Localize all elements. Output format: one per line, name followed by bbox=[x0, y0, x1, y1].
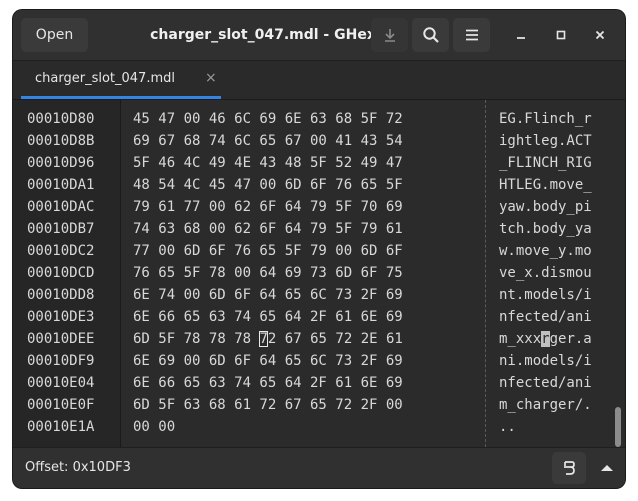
hex-row[interactable]: 48 54 4C 45 47 00 6D 6F 76 65 5F bbox=[133, 174, 403, 196]
hex-byte[interactable]: 2E bbox=[361, 331, 378, 347]
hex-row[interactable]: 79 61 77 00 62 6F 64 79 5F 70 69 bbox=[133, 196, 403, 218]
offset-status: Offset: 0x10DF3 bbox=[25, 460, 131, 475]
offset-label: 00010E0F bbox=[27, 397, 95, 413]
hex-row[interactable]: 69 67 68 74 6C 65 67 00 41 43 54 bbox=[133, 130, 403, 152]
ascii-row[interactable]: nt.models/i bbox=[499, 284, 592, 306]
ascii-row[interactable]: ni.models/i bbox=[499, 350, 592, 372]
hex-column[interactable]: 45 47 00 46 6C 69 6E 63 68 5F 72 69 67 68… bbox=[121, 100, 483, 447]
search-button[interactable] bbox=[412, 18, 449, 52]
hex-row[interactable]: 6E 66 65 63 74 65 64 2F 61 6E 69 bbox=[133, 372, 403, 394]
character-encoding-button[interactable] bbox=[552, 452, 586, 484]
ascii-row[interactable]: nfected/ani bbox=[499, 372, 592, 394]
ascii-row[interactable]: nfected/ani bbox=[499, 306, 592, 328]
hex-byte[interactable]: 78 bbox=[234, 331, 251, 347]
ascii-column[interactable]: EG.Flinch_r ightleg.ACT _FLINCH_RIG HTLEG.m… bbox=[485, 100, 625, 447]
ascii-row[interactable]: EG.Flinch_r bbox=[499, 108, 592, 130]
offset-label: 00010DAC bbox=[27, 199, 95, 215]
expand-panel-button[interactable] bbox=[592, 452, 622, 484]
ascii-row[interactable]: yaw.body_pi bbox=[499, 196, 592, 218]
hex-byte[interactable]: 65 bbox=[310, 331, 327, 347]
minimize-button[interactable] bbox=[511, 25, 531, 45]
close-window-button[interactable] bbox=[590, 25, 610, 45]
hex-row[interactable]: 74 63 68 00 62 6F 64 79 5F 79 61 bbox=[133, 218, 403, 240]
offset-label: 00010DE3 bbox=[27, 309, 95, 325]
hex-row[interactable]: 6D 5F 63 68 61 72 67 65 72 2F 00 bbox=[133, 394, 403, 416]
ascii-row[interactable]: m_xxxrger.a bbox=[499, 328, 592, 350]
offset-label: 00010D80 bbox=[27, 111, 95, 127]
hex-row[interactable]: 76 65 5F 78 00 64 69 73 6D 6F 75 bbox=[133, 262, 403, 284]
ascii-row[interactable]: ightleg.ACT bbox=[499, 130, 592, 152]
hex-byte[interactable]: 6D bbox=[133, 331, 150, 347]
hex-row[interactable]: 6D 5F 78 78 78 72 67 65 72 2E 61 bbox=[133, 328, 403, 350]
ascii-cursor[interactable]: r bbox=[541, 331, 550, 347]
ghex-window: Open charger_slot_047.mdl - GHex charger… bbox=[13, 10, 625, 488]
hex-row[interactable]: 77 00 6D 6F 76 65 5F 79 00 6D 6F bbox=[133, 240, 403, 262]
status-bar: Offset: 0x10DF3 bbox=[13, 447, 625, 488]
ascii-row[interactable]: tch.body_ya bbox=[499, 218, 592, 240]
hex-row[interactable]: 6E 69 00 6D 6F 64 65 6C 73 2F 69 bbox=[133, 350, 403, 372]
search-icon bbox=[422, 27, 439, 43]
offset-label: 00010D96 bbox=[27, 155, 95, 171]
open-button[interactable]: Open bbox=[21, 18, 88, 52]
hex-row[interactable]: 45 47 00 46 6C 69 6E 63 68 5F 72 bbox=[133, 108, 403, 130]
maximize-button[interactable] bbox=[551, 25, 571, 45]
ascii-row[interactable]: HTLEG.move_ bbox=[499, 174, 592, 196]
maximize-icon bbox=[556, 30, 566, 40]
hex-row[interactable]: 6E 66 65 63 74 65 64 2F 61 6E 69 bbox=[133, 306, 403, 328]
tab-bar: charger_slot_047.mdl × bbox=[13, 61, 625, 100]
hex-byte[interactable]: 67 bbox=[285, 331, 302, 347]
offset-column: 00010D80 00010D8B 00010D96 00010DA1 00010DAC… bbox=[13, 100, 121, 447]
offset-label: 00010DF9 bbox=[27, 353, 95, 369]
hex-row[interactable]: 5F 46 4C 49 4E 43 48 5F 52 49 47 bbox=[133, 152, 403, 174]
hex-row[interactable]: 6E 74 00 6D 6F 64 65 6C 73 2F 69 bbox=[133, 284, 403, 306]
tab-label: charger_slot_047.mdl bbox=[35, 71, 175, 86]
ascii-row[interactable]: w.move_y.mo bbox=[499, 240, 592, 262]
offset-label: 00010E04 bbox=[27, 375, 95, 391]
offset-label: 00010DEE bbox=[27, 331, 95, 347]
hex-cursor[interactable]: 72 bbox=[259, 331, 276, 347]
active-tab-indicator bbox=[21, 96, 221, 99]
tab-file[interactable]: charger_slot_047.mdl × bbox=[21, 61, 221, 99]
ascii-row[interactable]: m_charger/. bbox=[499, 394, 592, 416]
main-menu-button[interactable] bbox=[453, 18, 490, 52]
offset-label: 00010DB7 bbox=[27, 221, 95, 237]
hex-byte[interactable]: 61 bbox=[386, 331, 403, 347]
header-bar: Open charger_slot_047.mdl - GHex bbox=[13, 10, 625, 61]
hex-byte[interactable]: 78 bbox=[209, 331, 226, 347]
download-icon bbox=[384, 29, 395, 42]
hex-row[interactable]: 00 00 bbox=[133, 416, 175, 438]
offset-label: 00010DA1 bbox=[27, 177, 95, 193]
ascii-row[interactable]: ve_x.dismou bbox=[499, 262, 592, 284]
tab-close-icon[interactable]: × bbox=[205, 70, 217, 86]
offset-label: 00010DD8 bbox=[27, 287, 95, 303]
hex-editor-view[interactable]: 00010D80 00010D8B 00010D96 00010DA1 00010DAC… bbox=[13, 100, 625, 447]
offset-label: 00010DC2 bbox=[27, 243, 95, 259]
save-download-button[interactable] bbox=[371, 18, 408, 52]
offset-label: 00010D8B bbox=[27, 133, 95, 149]
ascii-row[interactable]: .. bbox=[499, 416, 516, 438]
hex-byte[interactable]: 78 bbox=[184, 331, 201, 347]
hex-byte[interactable]: 5F bbox=[158, 331, 175, 347]
close-icon bbox=[595, 30, 605, 40]
offset-label: 00010DCD bbox=[27, 265, 95, 281]
minimize-icon bbox=[517, 37, 525, 39]
ascii-row[interactable]: _FLINCH_RIG bbox=[499, 152, 592, 174]
scrollbar-thumb[interactable] bbox=[615, 407, 621, 447]
hex-byte[interactable]: 72 bbox=[335, 331, 352, 347]
chevron-up-icon bbox=[601, 465, 613, 471]
offset-label: 00010E1A bbox=[27, 419, 95, 435]
hamburger-menu-icon bbox=[465, 29, 478, 41]
window-title: charger_slot_047.mdl - GHex bbox=[150, 27, 376, 43]
character-encoding-icon bbox=[564, 461, 575, 475]
